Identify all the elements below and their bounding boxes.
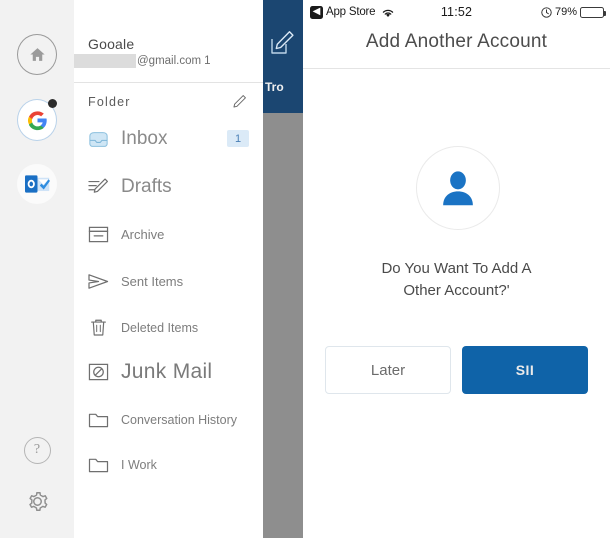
trash-icon-glyph (90, 319, 106, 336)
folder-item-label: Deleted Items (121, 321, 199, 335)
trash-icon (85, 318, 111, 338)
help-question-icon: ? (23, 436, 51, 464)
folder-icon (85, 456, 111, 474)
user-person-icon (443, 171, 473, 206)
email-redaction-bar (74, 54, 136, 68)
dialog-question-line-2: Other Account?' (403, 282, 510, 299)
dialog-question-line-1: Do You Want To Add A (381, 260, 532, 277)
mail-list-clipped-label: Tro (265, 80, 284, 94)
inbox-icon (85, 130, 111, 149)
sent-paper-plane-icon (85, 272, 111, 291)
home-icon (29, 47, 45, 61)
google-selection-ring (17, 99, 57, 141)
battery-cap (604, 10, 606, 16)
pencil-edit-icon[interactable] (229, 91, 249, 111)
account-email-trailing: 1 (204, 55, 211, 67)
rail-item-outlook-account[interactable] (17, 164, 57, 204)
gear-icon (28, 491, 47, 511)
avatar (416, 146, 500, 230)
junk-block-icon (85, 362, 111, 382)
mail-list-strip[interactable]: Tro (263, 0, 303, 538)
folder-item-label: Drafts (121, 176, 172, 197)
sent-paper-plane-icon-glyph (87, 273, 108, 289)
folder-item-archive[interactable]: Archive (74, 214, 263, 254)
folder-item-conversation-history[interactable]: Conversation History (74, 400, 263, 440)
alarm-clock-icon (541, 6, 552, 18)
folder-item-label: Conversation History (121, 413, 238, 427)
page-title: Add Another Account (365, 31, 548, 52)
folder-icon-glyph (88, 458, 108, 473)
folder-item-sent-items[interactable]: Sent Items (74, 261, 263, 301)
folder-item-label: Junk Mail (121, 360, 213, 383)
folder-header-label: Folder (88, 95, 131, 109)
title-divider (303, 68, 610, 69)
home-icon-circle (17, 33, 57, 75)
folder-section-header: Folder (74, 88, 263, 116)
folder-item-i-work[interactable]: I Work (74, 445, 263, 485)
junk-block-icon-glyph (88, 363, 108, 381)
folder-item-deleted-items[interactable]: Deleted Items (74, 308, 263, 348)
pencil-edit-icon-glyph (232, 94, 246, 108)
confirm-add-account-button[interactable]: SII (462, 346, 588, 394)
folder-item-label: Archive (121, 226, 165, 242)
account-email-suffix: @gmail.com (137, 55, 202, 67)
archive-box-icon-glyph (88, 226, 108, 242)
mail-list-header: Tro (263, 0, 303, 113)
outlook-logo-icon (24, 175, 50, 193)
google-logo-icon (27, 110, 47, 130)
rail-item-settings[interactable] (17, 481, 57, 521)
rail-item-home[interactable] (17, 33, 57, 75)
folder-item-label: I Work (121, 458, 157, 472)
outlook-icon-halo (17, 164, 57, 204)
folder-item-drafts[interactable]: Drafts (74, 167, 263, 207)
folder-item-label: Inbox (121, 128, 168, 149)
battery-percent-label: 79% (554, 6, 577, 18)
folder-item-label: Sent Items (121, 273, 184, 289)
folder-icon-glyph (88, 413, 108, 428)
ios-status-bar: ◀ App Store 11:52 79% (303, 0, 610, 24)
drafts-pencil-icon-glyph (87, 178, 108, 193)
dialog-question: Do You Want To Add A Other Account?' (303, 258, 610, 302)
folder-item-junk-mail[interactable]: Junk Mail (74, 352, 263, 392)
drafts-pencil-icon (85, 177, 111, 197)
archive-box-icon (85, 225, 111, 244)
inbox-unread-badge: 1 (227, 130, 249, 147)
folder-icon (85, 411, 111, 429)
screenshot-root: ? Gooale @gmail.com 1 Folder Inbox 1 Dra… (0, 0, 610, 538)
battery-icon (580, 6, 606, 18)
rail-item-help[interactable]: ? (17, 430, 57, 470)
account-rail: ? (0, 0, 75, 538)
notification-dot (48, 99, 57, 108)
rail-item-google-account[interactable] (17, 99, 57, 141)
account-provider-name: Gooale (88, 36, 135, 52)
account-header[interactable]: Gooale @gmail.com 1 (74, 0, 263, 83)
status-bar-right-cluster: 79% (541, 6, 606, 18)
later-button[interactable]: Later (325, 346, 451, 394)
outlook-app-pane: ? Gooale @gmail.com 1 Folder Inbox 1 Dra… (0, 0, 303, 538)
compose-pencil-icon[interactable] (269, 30, 295, 56)
compose-pencil-icon-glyph (271, 31, 294, 54)
folder-drawer: Gooale @gmail.com 1 Folder Inbox 1 Draft… (74, 0, 263, 538)
folder-item-inbox[interactable]: Inbox 1 (74, 119, 263, 159)
account-email-row: @gmail.com 1 (74, 52, 263, 70)
ios-add-account-screen: ◀ App Store 11:52 79% Add Another Accoun… (303, 0, 610, 538)
inbox-icon-glyph (88, 131, 108, 147)
